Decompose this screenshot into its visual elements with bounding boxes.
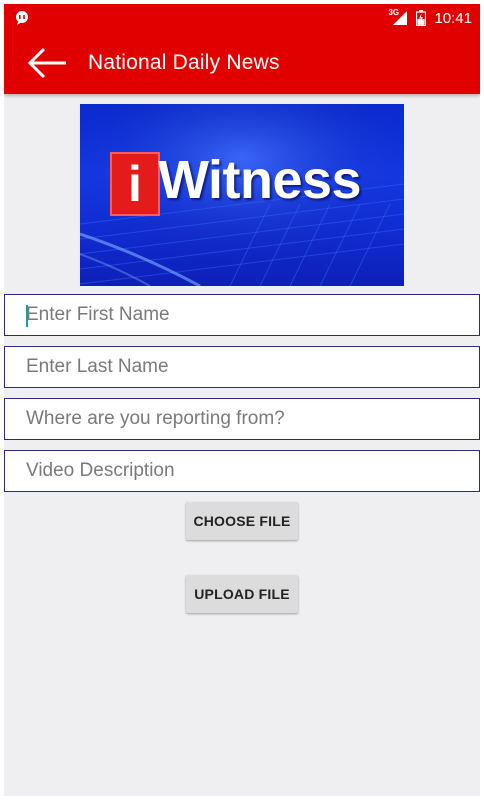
iwitness-logo-banner: i Witness — [80, 104, 404, 286]
video-description-input[interactable] — [5, 451, 479, 491]
arrow-left-icon[interactable] — [26, 47, 70, 79]
location-input[interactable] — [5, 399, 479, 439]
signal-icon: 3G — [388, 8, 408, 26]
logo-wordmark: Witness — [158, 150, 362, 210]
first-name-input[interactable] — [5, 295, 479, 335]
choose-file-button[interactable]: CHOOSE FILE — [186, 502, 298, 540]
status-bar: 3G 10:41 — [4, 4, 480, 32]
text-cursor — [26, 305, 28, 327]
upload-file-button[interactable]: UPLOAD FILE — [186, 575, 298, 613]
last-name-field[interactable] — [4, 346, 480, 388]
app-screen: 3G 10:41 National Daily News i Witness E… — [4, 4, 480, 796]
last-name-input[interactable] — [5, 347, 479, 387]
page-title: National Daily News — [88, 51, 280, 74]
status-time: 10:41 — [434, 9, 472, 27]
description-field[interactable] — [4, 450, 480, 492]
first-name-field[interactable] — [4, 294, 480, 336]
app-bar: National Daily News — [4, 32, 480, 94]
notification-icon — [14, 10, 30, 26]
battery-icon — [416, 10, 427, 27]
location-field[interactable] — [4, 398, 480, 440]
logo-i-mark: i — [110, 152, 160, 216]
